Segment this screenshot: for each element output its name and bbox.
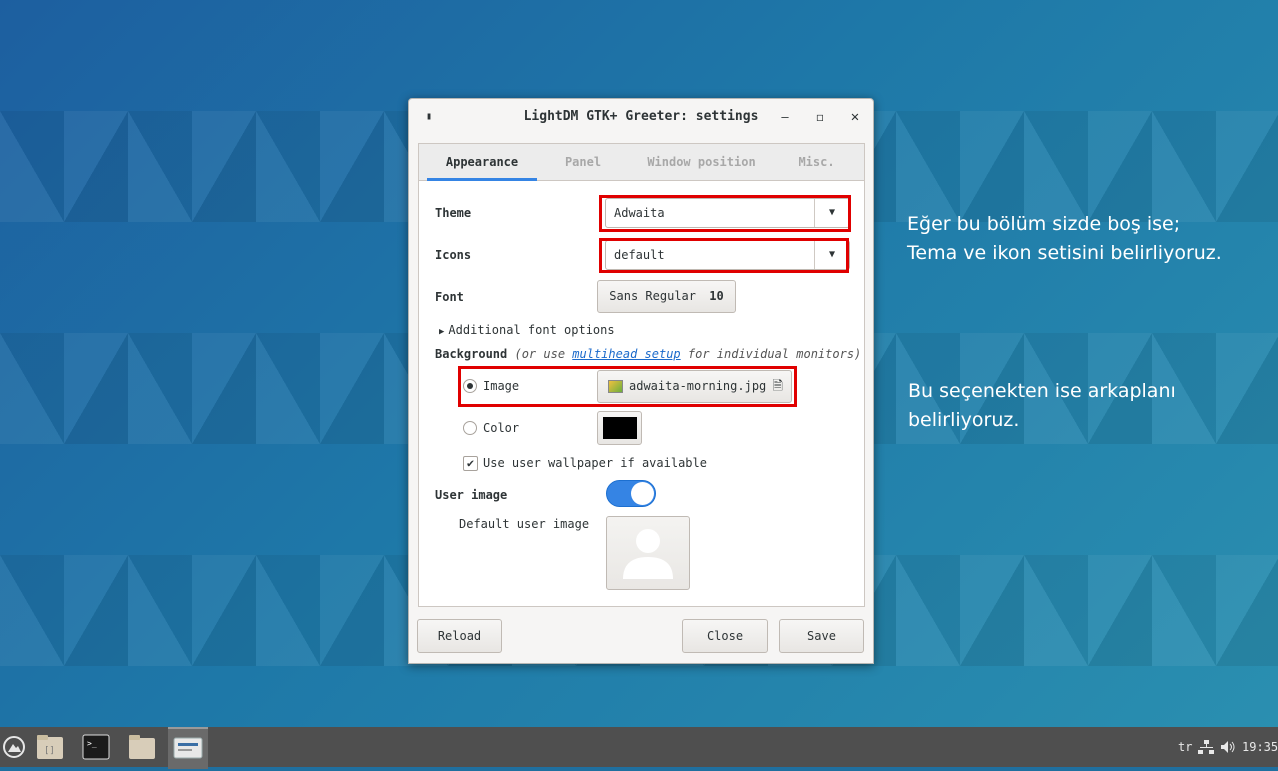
settings-window-icon[interactable] bbox=[168, 727, 208, 769]
close-button[interactable]: Close bbox=[682, 619, 768, 653]
highlight-box-background bbox=[458, 366, 797, 407]
font-name: Sans Regular bbox=[609, 289, 696, 303]
tab-appearance[interactable]: Appearance bbox=[427, 144, 537, 181]
expander-arrow-icon: ▶ bbox=[439, 327, 445, 337]
annotation-background-line2: belirliyoruz. bbox=[908, 409, 1020, 431]
tab-window-position[interactable]: Window position bbox=[629, 144, 774, 180]
background-row: Background (or use multihead setup for i… bbox=[435, 347, 861, 361]
multihead-setup-link[interactable]: multihead setup bbox=[572, 347, 680, 361]
save-button[interactable]: Save bbox=[779, 619, 864, 653]
default-user-image-label: Default user image bbox=[459, 517, 590, 531]
tab-panel[interactable]: Panel bbox=[537, 144, 629, 180]
font-chooser-button[interactable]: Sans Regular 10 bbox=[597, 280, 736, 313]
theme-label: Theme bbox=[435, 206, 472, 220]
background-hint-suffix: for individual monitors) bbox=[680, 347, 862, 361]
annotation-theme-icons: Eğer bu bölüm sizde boş ise; Tema ve iko… bbox=[907, 210, 1222, 268]
taskbar: [] >_ tr 19:35 bbox=[0, 727, 1278, 769]
network-icon[interactable] bbox=[1198, 740, 1214, 757]
file-manager-icon[interactable]: [] bbox=[33, 731, 67, 763]
annotation-theme-line1: Eğer bu bölüm sizde boş ise; bbox=[907, 213, 1181, 235]
font-size: 10 bbox=[709, 289, 724, 303]
color-swatch bbox=[603, 417, 637, 439]
additional-font-options-label: Additional font options bbox=[448, 323, 615, 337]
folder-icon[interactable] bbox=[125, 731, 159, 763]
svg-text:[]: [] bbox=[44, 746, 55, 756]
user-image-label: User image bbox=[435, 488, 508, 502]
background-label: Background bbox=[435, 347, 508, 361]
title-bar[interactable]: ▮ LightDM GTK+ Greeter: settings – ◻ ✕ bbox=[409, 99, 873, 135]
keyboard-layout[interactable]: tr bbox=[1178, 740, 1192, 754]
volume-icon[interactable] bbox=[1220, 740, 1236, 757]
default-user-image-button[interactable] bbox=[606, 516, 690, 590]
color-radio[interactable] bbox=[463, 421, 477, 435]
use-wallpaper-label: Use user wallpaper if available bbox=[483, 456, 707, 470]
close-window-button[interactable]: ✕ bbox=[845, 107, 865, 127]
window-title: LightDM GTK+ Greeter: settings bbox=[523, 109, 759, 124]
switch-knob bbox=[631, 482, 654, 505]
color-radio-label: Color bbox=[483, 421, 520, 435]
icons-label: Icons bbox=[435, 248, 472, 262]
menu-icon[interactable] bbox=[0, 731, 34, 763]
reload-button[interactable]: Reload bbox=[417, 619, 502, 653]
minimize-button[interactable]: – bbox=[775, 107, 795, 127]
additional-font-options-expander[interactable]: ▶ Additional font options bbox=[439, 323, 615, 337]
annotation-theme-line2: Tema ve ikon setisini belirliyoruz. bbox=[907, 242, 1222, 264]
use-wallpaper-checkbox[interactable]: ✔ bbox=[463, 456, 478, 471]
highlight-box-theme bbox=[599, 195, 851, 232]
font-label: Font bbox=[435, 290, 464, 304]
annotation-background: Bu seçenekten ise arkaplanı belirliyoruz… bbox=[908, 377, 1176, 435]
clock[interactable]: 19:35 bbox=[1242, 740, 1278, 754]
settings-window: ▮ LightDM GTK+ Greeter: settings – ◻ ✕ A… bbox=[408, 98, 874, 664]
annotation-background-line1: Bu seçenekten ise arkaplanı bbox=[908, 380, 1176, 402]
tab-bar: Appearance Panel Window position Misc. bbox=[419, 144, 864, 181]
settings-notebook: Appearance Panel Window position Misc. T… bbox=[418, 143, 865, 607]
svg-text:>_: >_ bbox=[87, 739, 97, 748]
background-hint-prefix: (or use bbox=[514, 347, 573, 361]
avatar-placeholder-icon bbox=[623, 529, 673, 579]
tab-misc[interactable]: Misc. bbox=[774, 144, 859, 180]
maximize-button[interactable]: ◻ bbox=[810, 107, 830, 127]
terminal-icon[interactable]: >_ bbox=[79, 731, 113, 763]
highlight-box-icons bbox=[599, 238, 849, 273]
color-chooser-button[interactable] bbox=[597, 411, 642, 445]
user-image-switch[interactable] bbox=[606, 480, 656, 507]
